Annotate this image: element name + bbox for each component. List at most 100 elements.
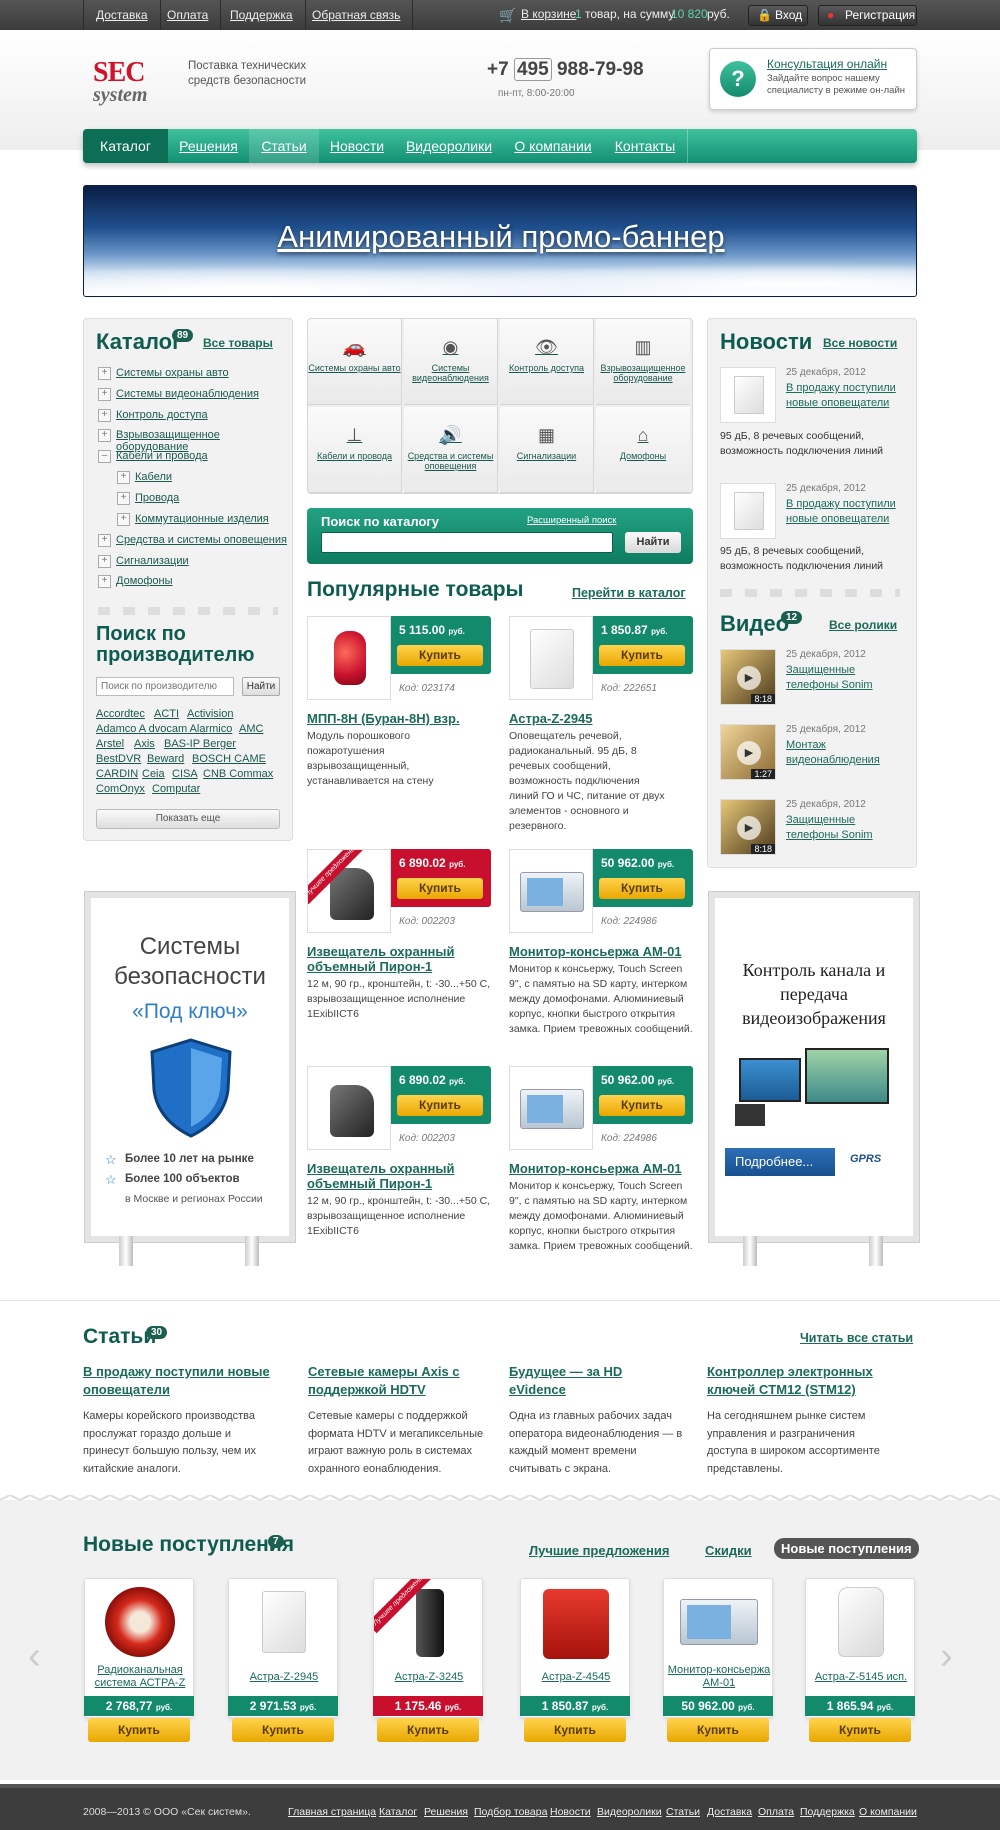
- catalog-search-button[interactable]: Найти: [625, 532, 681, 553]
- maker-search-button[interactable]: Найти: [242, 677, 280, 696]
- catalog-item-alarms[interactable]: Сигнализации: [98, 555, 189, 568]
- footer-link[interactable]: Видеоролики: [597, 1806, 662, 1818]
- category-tile[interactable]: ▦ Сигнализации: [500, 407, 594, 493]
- maker-search-input[interactable]: [96, 677, 234, 696]
- brand-link[interactable]: ACTI: [154, 708, 179, 720]
- prev-arrow-icon[interactable]: ‹: [28, 1635, 41, 1678]
- consult-title[interactable]: Консультация онлайн: [767, 57, 887, 71]
- news-thumbnail[interactable]: [720, 367, 776, 423]
- product-image[interactable]: [509, 849, 593, 933]
- buy-button[interactable]: Купить: [599, 878, 685, 899]
- brand-link[interactable]: Computar: [152, 783, 200, 795]
- footer-link[interactable]: О компании: [859, 1806, 917, 1818]
- footer-link[interactable]: Решения: [424, 1806, 468, 1818]
- cart-icon[interactable]: 🛒: [499, 7, 516, 24]
- go-to-catalog-link[interactable]: Перейти в каталог: [572, 586, 686, 600]
- product-image[interactable]: [509, 616, 593, 700]
- product-image[interactable]: Лучшее предложение: [307, 849, 391, 933]
- catalog-search-input[interactable]: [321, 532, 613, 553]
- buy-button[interactable]: Купить: [88, 1718, 190, 1742]
- buy-button[interactable]: Купить: [232, 1718, 334, 1742]
- video-thumbnail[interactable]: ▶ 8:18: [720, 799, 776, 855]
- article-title[interactable]: Будущее — за HD eVidence: [509, 1363, 639, 1399]
- product-name[interactable]: Монитор-консьержа АМ-01: [509, 944, 693, 959]
- brand-link[interactable]: CISA: [172, 768, 198, 780]
- top-link-feedback[interactable]: Обратная связь: [300, 0, 414, 30]
- buy-button[interactable]: Купить: [809, 1718, 911, 1742]
- footer-link[interactable]: Главная страница: [288, 1806, 376, 1818]
- brand-link[interactable]: Accordtec: [96, 708, 145, 720]
- brand-link[interactable]: Arstel: [96, 738, 124, 750]
- next-arrow-icon[interactable]: ›: [940, 1635, 953, 1678]
- new-item-image[interactable]: [105, 1587, 175, 1657]
- new-item-name[interactable]: Астра-Z-5145 исп.: [806, 1671, 916, 1684]
- catalog-item-video[interactable]: Системы видеонаблюдения: [98, 388, 259, 401]
- catalog-subitem-wires[interactable]: Провода: [117, 492, 179, 505]
- new-item-name[interactable]: Астра-Z-4545: [521, 1671, 631, 1684]
- footer-link[interactable]: Доставка: [707, 1806, 752, 1818]
- brand-link[interactable]: CNB Commax: [203, 768, 273, 780]
- advanced-search-link[interactable]: Расширенный поиск: [527, 515, 616, 526]
- buy-button[interactable]: Купить: [667, 1718, 769, 1742]
- footer-link[interactable]: Поддержка: [800, 1806, 855, 1818]
- nav-about[interactable]: О компании: [503, 129, 603, 163]
- show-more-button[interactable]: Показать еще: [96, 809, 280, 829]
- product-name[interactable]: Монитор-консьержа АМ-01: [509, 1161, 693, 1176]
- brand-link[interactable]: BOSCH CAME: [192, 753, 266, 765]
- product-image[interactable]: [307, 1066, 391, 1150]
- buy-button[interactable]: Купить: [397, 1095, 483, 1116]
- all-videos-link[interactable]: Все ролики: [829, 618, 897, 632]
- new-item-image[interactable]: [543, 1589, 609, 1659]
- category-tile[interactable]: ⊥ Кабели и провода: [308, 407, 402, 493]
- tab-best-offers[interactable]: Лучшие предложения: [529, 1543, 669, 1558]
- brand-link[interactable]: AMC: [239, 723, 263, 735]
- video-item-title[interactable]: Монтаж видеонаблюдения: [786, 738, 906, 768]
- product-image[interactable]: [307, 616, 391, 700]
- footer-link[interactable]: Каталог: [379, 1806, 417, 1818]
- nav-videos[interactable]: Видеоролики: [395, 129, 503, 163]
- new-item-image[interactable]: [680, 1599, 758, 1645]
- category-tile[interactable]: 🚗 Системы охраны авто: [308, 319, 402, 405]
- new-item-name[interactable]: Монитор-консьержа АМ-01: [664, 1664, 774, 1690]
- product-name[interactable]: Астра-Z-2945: [509, 711, 693, 726]
- article-title[interactable]: В продажу поступили новые оповещатели: [83, 1363, 273, 1399]
- brand-link[interactable]: Beward: [147, 753, 184, 765]
- new-item-name[interactable]: Астра-Z-3245: [374, 1671, 482, 1684]
- brand-link[interactable]: Ceia: [142, 768, 165, 780]
- category-tile[interactable]: 👁 Контроль доступа: [500, 319, 594, 405]
- video-item-title[interactable]: Защищенные телефоны Sonim: [786, 663, 906, 693]
- buy-button[interactable]: Купить: [397, 878, 483, 899]
- article-title[interactable]: Контроллер электронных ключей CTM12 (STM…: [707, 1363, 897, 1399]
- catalog-item-access[interactable]: Контроль доступа: [98, 409, 208, 422]
- catalog-item-intercoms[interactable]: Домофоны: [98, 575, 173, 588]
- brand-link[interactable]: Adamco A dvocam Alarmico: [96, 723, 232, 735]
- product-name[interactable]: Извещатель охранный объемный Пирон-1: [307, 1161, 467, 1191]
- cart-label[interactable]: В корзине: [521, 7, 576, 21]
- buy-button[interactable]: Купить: [397, 645, 483, 666]
- brand-link[interactable]: BAS-IP Berger: [164, 738, 236, 750]
- nav-solutions[interactable]: Решения: [168, 129, 249, 163]
- all-products-link[interactable]: Все товары: [203, 336, 273, 350]
- login-button[interactable]: 🔒 Вход: [748, 5, 808, 26]
- new-item-image[interactable]: [262, 1591, 306, 1653]
- catalog-item-alerting[interactable]: Средства и системы оповещения: [98, 534, 287, 547]
- brand-link[interactable]: Activision: [187, 708, 233, 720]
- catalog-subitem-switching[interactable]: Коммутационные изделия: [117, 513, 269, 526]
- news-thumbnail[interactable]: [720, 483, 776, 539]
- category-tile[interactable]: 🔊 Средства и системы оповещения: [404, 407, 498, 493]
- new-item-image[interactable]: [838, 1587, 884, 1657]
- catalog-item-cables[interactable]: Кабели и провода: [98, 450, 208, 463]
- catalog-item-auto[interactable]: Системы охраны авто: [98, 367, 229, 380]
- product-image[interactable]: [509, 1066, 593, 1150]
- footer-link[interactable]: Новости: [550, 1806, 591, 1818]
- new-item-name[interactable]: Радиоканальная система АСТРА-Z: [85, 1664, 195, 1690]
- buy-button[interactable]: Купить: [377, 1718, 479, 1742]
- news-item-title[interactable]: В продажу поступили новые оповещатели: [786, 497, 906, 527]
- footer-link[interactable]: Статьи: [666, 1806, 700, 1818]
- logo[interactable]: SEC system: [93, 59, 173, 110]
- product-name[interactable]: Извещатель охранный объемный Пирон-1: [307, 944, 467, 974]
- buy-button[interactable]: Купить: [599, 1095, 685, 1116]
- video-item-title[interactable]: Защищенные телефоны Sonim: [786, 813, 906, 843]
- ad-board-turnkey[interactable]: Системы безопасности «Под ключ» ☆ Более …: [85, 892, 295, 1242]
- catalog-subitem-cables[interactable]: Кабели: [117, 471, 172, 484]
